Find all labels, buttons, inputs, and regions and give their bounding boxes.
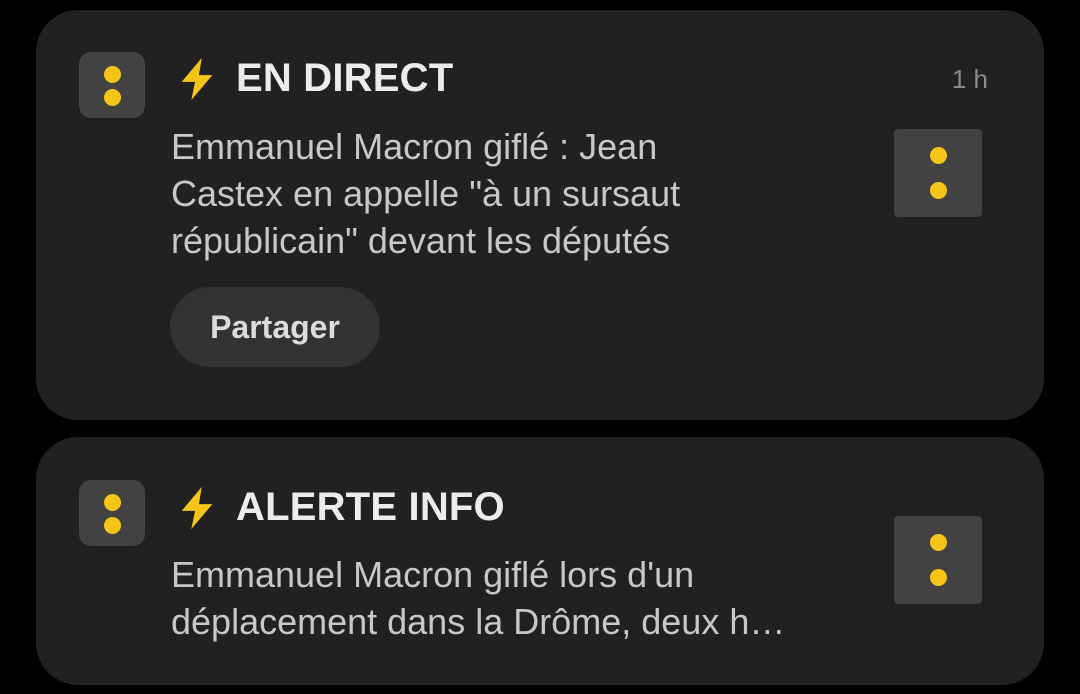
notification-thumbnail (894, 516, 982, 604)
thumbnail-dot-top (929, 147, 947, 164)
lightning-bolt-icon (181, 486, 213, 530)
share-button[interactable]: Partager (170, 287, 380, 367)
notification-card-alerte-info[interactable]: ALERTE INFO Emmanuel Macron giflé lors d… (36, 437, 1044, 685)
thumbnail-dot-top (929, 534, 947, 551)
lightning-bolt-icon (181, 57, 213, 101)
notification-card-en-direct[interactable]: EN DIRECT 1 h Emmanuel Macron giflé : Je… (36, 10, 1044, 420)
notification-body: Emmanuel Macron giflé : Jean Castex en a… (171, 126, 681, 261)
logo-dot-top (103, 494, 121, 511)
notification-thumbnail (894, 129, 982, 217)
logo-dot-bottom (103, 89, 121, 106)
logo-dot-top (103, 66, 121, 83)
thumbnail-dot-bottom (929, 569, 947, 586)
notification-body: Emmanuel Macron giflé lors d'un déplacem… (171, 554, 786, 642)
notification-time: 1 h (951, 64, 988, 94)
thumbnail-dot-bottom (929, 182, 947, 199)
notification-title: EN DIRECT (236, 56, 454, 100)
app-logo-icon (79, 52, 145, 118)
app-logo-icon (79, 480, 145, 546)
logo-dot-bottom (103, 517, 121, 534)
notification-title: ALERTE INFO (236, 485, 505, 529)
